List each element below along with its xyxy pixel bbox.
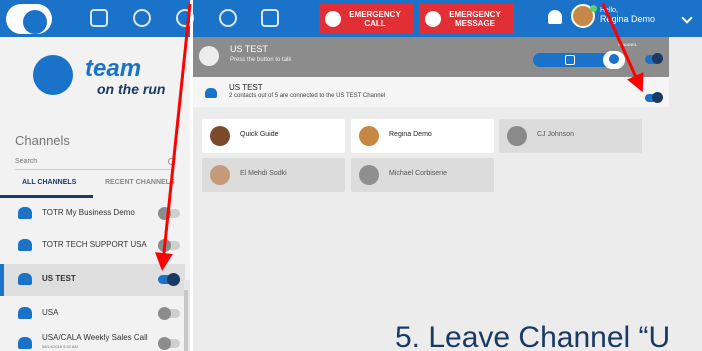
emergency-call-button[interactable]: EMERGENCY CALL — [319, 4, 414, 34]
status-channel-title: US TEST — [229, 83, 263, 92]
channel-toggle[interactable] — [158, 337, 180, 350]
group-icon — [18, 307, 32, 319]
channel-name: US TEST — [42, 274, 76, 283]
emergency-message-label: EMERGENCY MESSAGE — [449, 10, 501, 28]
team-on-the-run-logo-icon — [33, 55, 73, 95]
contact-card[interactable]: Regina Demo — [351, 119, 494, 153]
contact-name: Quick Guide — [240, 131, 279, 138]
brand-line2: on the run — [97, 81, 166, 97]
channels-sidebar: team on the run Channels ALL CHANNELS RE… — [0, 37, 190, 351]
dashboard-icon[interactable] — [219, 9, 237, 27]
channel-item[interactable]: USA — [0, 298, 185, 330]
channel-toggle[interactable] — [158, 239, 180, 252]
contact-card[interactable]: El Mehdi Sodki — [202, 158, 345, 192]
channel-name: USA — [42, 308, 59, 317]
group-icon — [18, 207, 32, 219]
contact-name: Regina Demo — [389, 131, 432, 138]
channel-search-input[interactable] — [15, 154, 175, 170]
channel-item-selected[interactable]: US TEST — [0, 264, 185, 296]
channel-name: TOTR TECH SUPPORT USA — [42, 240, 147, 249]
contact-avatar — [359, 165, 379, 185]
contact-avatar — [210, 126, 230, 146]
channel-item[interactable]: TOTR TECH SUPPORT USA — [0, 230, 185, 262]
top-navigation-bar: EMERGENCY CALL EMERGENCY MESSAGE Hello, … — [0, 0, 702, 37]
note-icon — [565, 55, 575, 65]
contact-card[interactable]: Michael Corbiserie — [351, 158, 494, 192]
channel-toggle[interactable] — [158, 273, 180, 286]
contact-name: Michael Corbiserie — [389, 170, 447, 177]
contact-card[interactable]: Quick Guide — [202, 119, 345, 153]
ptt-channel-title: US TEST — [230, 44, 268, 54]
contact-card[interactable]: CJ Johnson — [499, 119, 642, 153]
message-alert-icon — [425, 11, 441, 27]
map-icon[interactable] — [261, 9, 279, 27]
group-icon — [205, 88, 217, 98]
emergency-call-label: EMERGENCY CALL — [349, 10, 401, 28]
phone-icon — [325, 11, 341, 27]
channel-toggle[interactable] — [158, 207, 180, 220]
brand-logo: team on the run — [33, 55, 193, 97]
channel-name: USA/CALA Weekly Sales Call — [42, 333, 148, 342]
channel-status-bar: US TEST 2 contacts out of 5 are connecte… — [193, 77, 669, 107]
chevron-down-icon[interactable] — [681, 12, 693, 24]
slide-caption: 5. Leave Channel “U — [395, 321, 671, 351]
team-logo-icon[interactable] — [6, 4, 52, 34]
channel-item[interactable]: USA/CALA Weekly Sales Call 08/14/2018 9:… — [0, 328, 185, 351]
channel-label: CHANNEL — [618, 42, 638, 47]
notification-bell-icon[interactable] — [548, 10, 562, 24]
channel-toggle[interactable] — [158, 307, 180, 320]
channel-item[interactable]: TOTR My Business Demo — [0, 198, 185, 230]
channel-detail-panel: US TEST Press the button to talk CHANNEL… — [193, 37, 702, 351]
contacts-icon[interactable] — [90, 9, 108, 27]
online-status-icon — [590, 5, 597, 12]
ptt-channel-toggle[interactable] — [645, 53, 663, 64]
emergency-message-button[interactable]: EMERGENCY MESSAGE — [419, 4, 514, 34]
group-icon — [18, 337, 32, 349]
push-to-talk-bar: US TEST Press the button to talk CHANNEL — [193, 37, 669, 77]
contact-avatar — [507, 126, 527, 146]
contact-avatar — [210, 165, 230, 185]
channel-avatar-icon — [199, 46, 219, 66]
ptt-instruction: Press the button to talk — [230, 57, 292, 63]
status-connection-summary: 2 contacts out of 5 are connected to the… — [229, 93, 386, 99]
channel-name: TOTR My Business Demo — [42, 208, 135, 217]
contact-name: El Mehdi Sodki — [240, 170, 287, 177]
user-greeting[interactable]: Hello, Regina Demo — [600, 6, 655, 24]
search-icon[interactable] — [168, 158, 175, 165]
sidebar-scrollbar-thumb[interactable] — [184, 290, 188, 351]
user-icon — [609, 54, 619, 64]
contact-name: CJ Johnson — [537, 131, 574, 138]
chat-icon[interactable] — [133, 9, 151, 27]
user-name-label: Regina Demo — [600, 14, 656, 24]
app-window: EMERGENCY CALL EMERGENCY MESSAGE Hello, … — [0, 0, 702, 351]
nav-divider — [190, 0, 193, 37]
channel-timestamp: 08/14/2018 9:32 AM — [42, 344, 78, 349]
contact-avatar — [359, 126, 379, 146]
group-icon — [18, 273, 32, 285]
tab-recent-channels[interactable]: RECENT CHANNELS — [105, 179, 175, 186]
channels-title: Channels — [15, 133, 70, 148]
group-icon — [18, 239, 32, 251]
channel-connect-toggle[interactable] — [645, 92, 663, 103]
tab-all-channels[interactable]: ALL CHANNELS — [22, 179, 76, 186]
brand-line1: team — [85, 55, 142, 82]
